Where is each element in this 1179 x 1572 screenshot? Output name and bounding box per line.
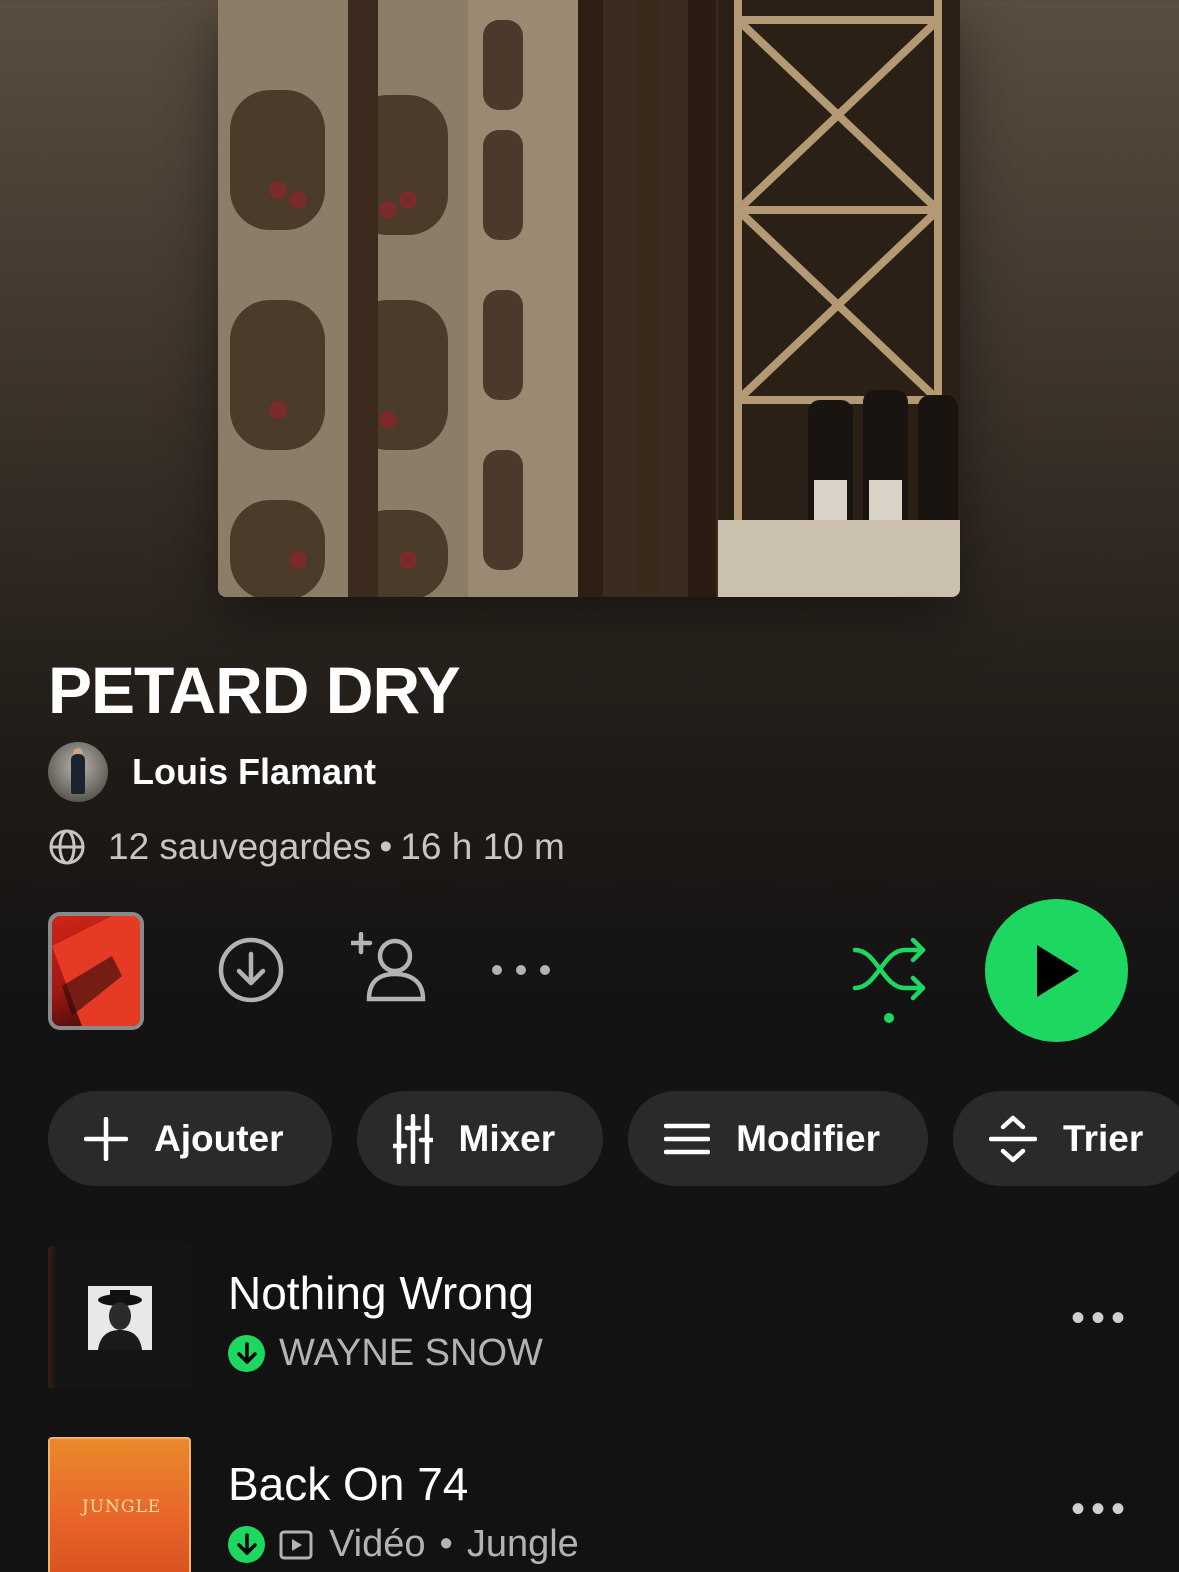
- track-artist[interactable]: Jungle: [467, 1523, 579, 1566]
- track-type: Vidéo: [329, 1523, 426, 1565]
- playlist-meta: 12 sauvegardes • 16 h 10 m: [48, 826, 565, 868]
- edit-chip-button[interactable]: Modifier: [628, 1091, 929, 1186]
- menu-lines-icon: [664, 1123, 711, 1154]
- playlist-owner[interactable]: Louis Flamant: [48, 742, 376, 802]
- edit-chip-label: Modifier: [736, 1117, 881, 1159]
- track-thumbnail: [48, 1246, 191, 1389]
- track-title: Back On 74: [228, 1458, 469, 1510]
- album-cover-text: JUNGLE: [81, 1497, 162, 1517]
- mixer-chip-button[interactable]: Mixer: [356, 1091, 604, 1186]
- saves-count: 12 sauvegardes: [108, 826, 372, 867]
- sort-icon: [989, 1115, 1038, 1162]
- globe-icon: [49, 829, 85, 865]
- playlist-cover-image: [218, 0, 960, 597]
- meta-separator: •: [379, 826, 393, 867]
- track-subtitle: WAYNE SNOW: [228, 1332, 543, 1375]
- chip-row: Ajouter Mixer Modifier Trier: [48, 1091, 1179, 1186]
- track-row[interactable]: Nothing Wrong WAYNE SNOW •••: [48, 1246, 1179, 1396]
- track-artist[interactable]: WAYNE SNOW: [279, 1332, 543, 1375]
- download-circle-icon[interactable]: [217, 936, 285, 1004]
- downloaded-icon: [228, 1335, 265, 1372]
- meta-separator: •: [439, 1523, 453, 1565]
- play-icon: [1036, 944, 1079, 997]
- sort-chip-label: Trier: [1063, 1117, 1144, 1159]
- more-horizontal-icon[interactable]: [490, 948, 552, 992]
- playlist-duration: 16 h 10 m: [400, 826, 565, 867]
- track-thumbnail: JUNGLE: [48, 1437, 191, 1572]
- shuffle-icon[interactable]: [853, 938, 927, 1028]
- mixer-chip-label: Mixer: [458, 1117, 556, 1159]
- add-user-icon[interactable]: [351, 932, 429, 1002]
- video-icon: [279, 1530, 313, 1559]
- action-bar: [0, 898, 1179, 1048]
- sort-chip-button[interactable]: Trier: [953, 1091, 1179, 1186]
- owner-name[interactable]: Louis Flamant: [132, 751, 376, 793]
- track-row[interactable]: JUNGLE Back On 74 Vidéo • Jungle •••: [48, 1437, 1179, 1572]
- track-subtitle: Vidéo • Jungle: [228, 1523, 579, 1566]
- plus-icon: [84, 1116, 128, 1161]
- add-chip-label: Ajouter: [154, 1117, 284, 1159]
- owner-avatar[interactable]: [48, 742, 108, 802]
- track-title: Nothing Wrong: [228, 1267, 534, 1319]
- track-more-icon[interactable]: •••: [1071, 1296, 1131, 1341]
- add-chip-button[interactable]: Ajouter: [48, 1091, 332, 1186]
- play-button[interactable]: [985, 899, 1128, 1042]
- track-more-icon[interactable]: •••: [1071, 1487, 1131, 1532]
- preview-cover-button[interactable]: [48, 912, 144, 1030]
- downloaded-icon: [228, 1526, 265, 1563]
- sliders-icon: [392, 1113, 433, 1164]
- playlist-title: PETARD DRY: [48, 653, 461, 727]
